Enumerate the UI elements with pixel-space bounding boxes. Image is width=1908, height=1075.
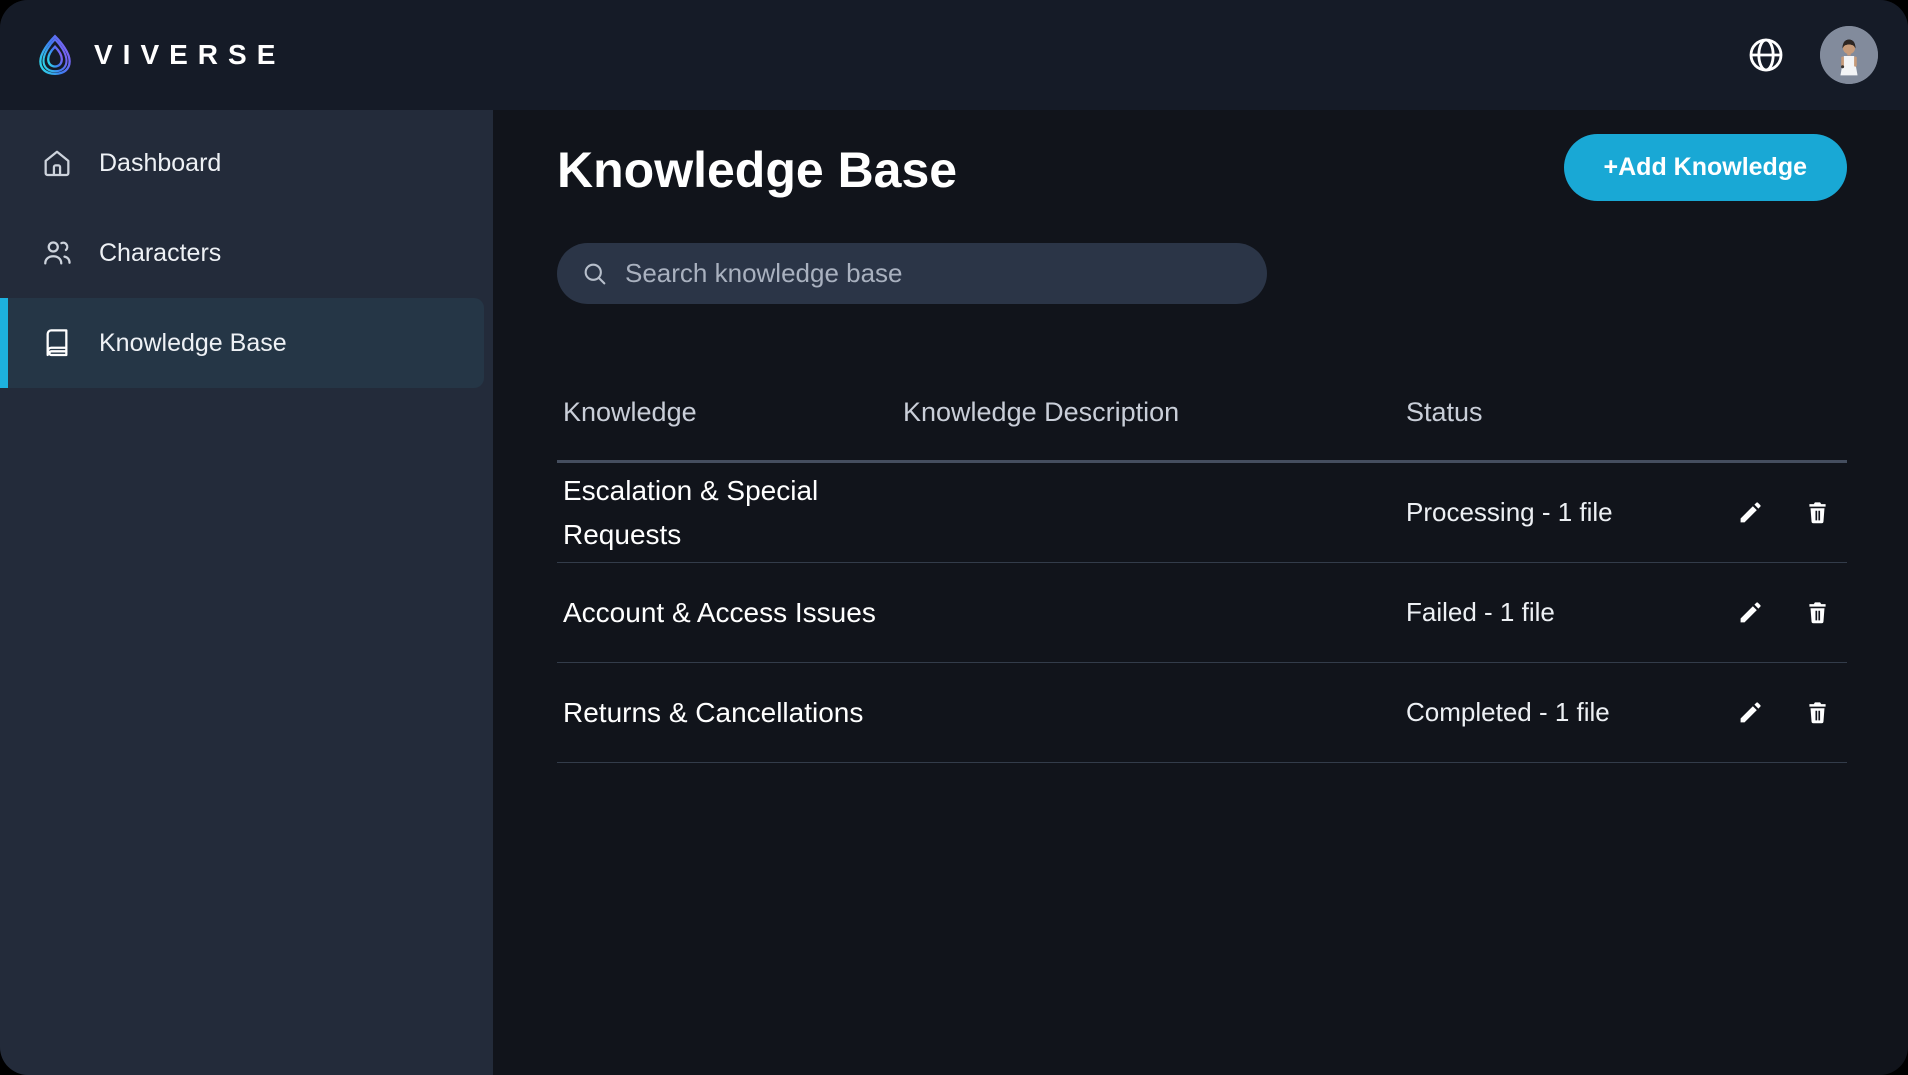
table-header: Knowledge Knowledge Description Status [557,365,1847,460]
search-bar[interactable] [557,243,1267,304]
add-knowledge-button[interactable]: +Add Knowledge [1564,134,1847,201]
main-content: Knowledge Base +Add Knowledge Knowledge … [493,110,1908,1075]
status-text: Processing - 1 file [1400,497,1730,528]
user-avatar[interactable] [1820,26,1878,84]
table-body: Escalation & Special Requests Processing… [557,463,1847,763]
sidebar-item-knowledge-base[interactable]: Knowledge Base [0,298,484,388]
column-header-status: Status [1400,397,1730,428]
knowledge-table: Knowledge Knowledge Description Status E… [557,365,1847,763]
topbar-actions [1746,26,1878,84]
brand-name: VIVERSE [94,39,285,71]
top-bar: VIVERSE [0,0,1908,110]
globe-icon[interactable] [1746,35,1786,75]
home-icon [41,147,73,179]
sidebar-item-label: Dashboard [99,149,221,178]
status-text: Failed - 1 file [1400,597,1730,628]
delete-trash-icon[interactable] [1802,697,1833,728]
sidebar-item-label: Characters [99,239,221,268]
app-window: VIVERSE [0,0,1908,1075]
knowledge-name: Escalation & Special Requests [557,469,893,556]
search-input[interactable] [625,258,1243,289]
book-icon [41,327,73,359]
column-header-knowledge: Knowledge [557,397,897,428]
sidebar-item-characters[interactable]: Characters [0,208,493,298]
edit-pencil-icon[interactable] [1735,597,1766,628]
table-row: Returns & Cancellations Completed - 1 fi… [557,663,1847,763]
sidebar-item-dashboard[interactable]: Dashboard [0,118,493,208]
users-icon [41,237,73,269]
table-row: Escalation & Special Requests Processing… [557,463,1847,563]
status-text: Completed - 1 file [1400,697,1730,728]
search-icon [581,260,609,288]
row-actions [1730,497,1847,528]
edit-pencil-icon[interactable] [1735,497,1766,528]
knowledge-name: Account & Access Issues [557,591,893,634]
row-actions [1730,597,1847,628]
column-header-description: Knowledge Description [897,397,1400,428]
viverse-logo-icon [32,32,78,78]
delete-trash-icon[interactable] [1802,497,1833,528]
row-actions [1730,697,1847,728]
sidebar: Dashboard Characters [0,110,493,1075]
delete-trash-icon[interactable] [1802,597,1833,628]
brand: VIVERSE [32,32,285,78]
sidebar-item-label: Knowledge Base [99,329,287,358]
table-row: Account & Access Issues Failed - 1 file [557,563,1847,663]
knowledge-name: Returns & Cancellations [557,691,893,734]
edit-pencil-icon[interactable] [1735,697,1766,728]
